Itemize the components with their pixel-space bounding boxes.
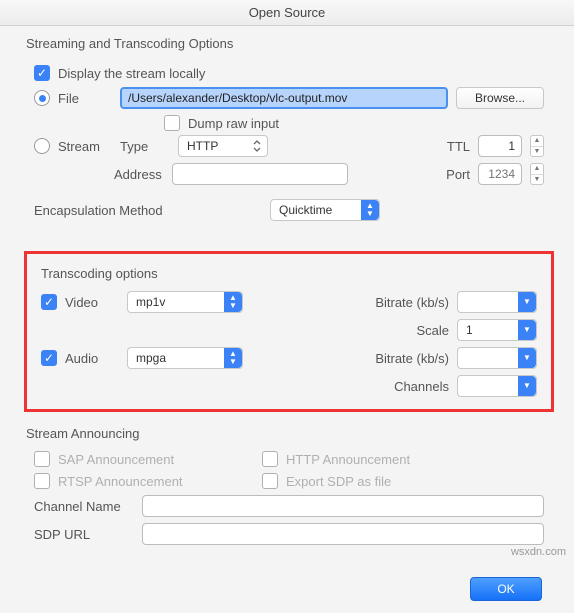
stepper-up-icon: ▲	[531, 164, 543, 175]
address-input[interactable]	[172, 163, 348, 185]
type-value: HTTP	[187, 139, 218, 153]
http-ann-label: HTTP Announcement	[286, 452, 410, 467]
display-locally-label: Display the stream locally	[58, 66, 205, 81]
dump-raw-label: Dump raw input	[188, 116, 279, 131]
http-ann-checkbox[interactable]	[262, 451, 278, 467]
audio-label: Audio	[65, 351, 119, 366]
down-icon: ▼	[518, 376, 536, 396]
sap-label: SAP Announcement	[58, 452, 174, 467]
ttl-label: TTL	[447, 139, 470, 154]
announcing-section-title: Stream Announcing	[22, 426, 556, 441]
stream-radio[interactable]	[34, 138, 50, 154]
audio-bitrate-select[interactable]: ▼	[457, 347, 537, 369]
port-stepper[interactable]: ▲ ▼	[530, 163, 544, 185]
announcing-section: Stream Announcing SAP Announcement HTTP …	[22, 426, 556, 557]
streaming-section-title: Streaming and Transcoding Options	[22, 36, 556, 51]
video-codec-value: mp1v	[136, 295, 165, 309]
stream-label: Stream	[58, 139, 112, 154]
ttl-input[interactable]	[478, 135, 522, 157]
streaming-group: Display the stream locally File Browse..…	[22, 57, 556, 239]
scale-value: 1	[466, 323, 473, 337]
stepper-down-icon: ▼	[531, 147, 543, 157]
ttl-stepper[interactable]: ▲ ▼	[530, 135, 544, 157]
video-label: Video	[65, 295, 119, 310]
address-label: Address	[114, 167, 164, 182]
browse-button[interactable]: Browse...	[456, 87, 544, 109]
channel-name-label: Channel Name	[34, 499, 134, 514]
footer: OK	[22, 569, 556, 601]
encap-label: Encapsulation Method	[34, 203, 184, 218]
stepper-up-icon: ▲	[531, 136, 543, 147]
scale-select[interactable]: 1 ▼	[457, 319, 537, 341]
ok-button[interactable]: OK	[470, 577, 542, 601]
down-icon: ▼	[518, 348, 536, 368]
video-bitrate-label: Bitrate (kb/s)	[375, 295, 449, 310]
updown-icon: ▲▼	[224, 292, 242, 312]
channels-label: Channels	[394, 379, 449, 394]
rtsp-label: RTSP Announcement	[58, 474, 183, 489]
type-select[interactable]: HTTP	[178, 135, 268, 157]
video-codec-select[interactable]: mp1v ▲▼	[127, 291, 243, 313]
scale-label: Scale	[416, 323, 449, 338]
export-sdp-checkbox[interactable]	[262, 473, 278, 489]
file-label: File	[58, 91, 112, 106]
transcoding-section-title: Transcoding options	[41, 266, 537, 281]
titlebar: Open Source	[0, 0, 574, 26]
dump-raw-checkbox[interactable]	[164, 115, 180, 131]
port-label: Port	[446, 167, 470, 182]
down-icon: ▼	[518, 292, 536, 312]
type-label: Type	[120, 139, 170, 154]
encap-value: Quicktime	[279, 203, 332, 217]
sap-checkbox[interactable]	[34, 451, 50, 467]
encap-select[interactable]: Quicktime ▲▼	[270, 199, 380, 221]
channel-name-input[interactable]	[142, 495, 544, 517]
audio-codec-select[interactable]: mpga ▲▼	[127, 347, 243, 369]
streaming-section: Streaming and Transcoding Options Displa…	[22, 36, 556, 239]
watermark: wsxdn.com	[511, 546, 566, 558]
video-checkbox[interactable]	[41, 294, 57, 310]
updown-icon: ▲▼	[361, 200, 379, 220]
file-radio[interactable]	[34, 90, 50, 106]
rtsp-checkbox[interactable]	[34, 473, 50, 489]
main-panel: Streaming and Transcoding Options Displa…	[0, 26, 574, 613]
display-locally-checkbox[interactable]	[34, 65, 50, 81]
updown-icon	[247, 136, 267, 156]
updown-icon: ▲▼	[224, 348, 242, 368]
audio-bitrate-label: Bitrate (kb/s)	[375, 351, 449, 366]
port-input[interactable]	[478, 163, 522, 185]
file-path-input[interactable]	[120, 87, 448, 109]
sdp-url-input[interactable]	[142, 523, 544, 545]
stepper-down-icon: ▼	[531, 175, 543, 185]
audio-codec-value: mpga	[136, 351, 166, 365]
sdp-url-label: SDP URL	[34, 527, 134, 542]
transcoding-section: Transcoding options Video mp1v ▲▼ Bitrat…	[24, 251, 554, 412]
export-sdp-label: Export SDP as file	[286, 474, 391, 489]
channels-select[interactable]: ▼	[457, 375, 537, 397]
announcing-group: SAP Announcement HTTP Announcement RTSP …	[22, 447, 556, 557]
window-title: Open Source	[249, 5, 326, 20]
down-icon: ▼	[518, 320, 536, 340]
audio-checkbox[interactable]	[41, 350, 57, 366]
video-bitrate-select[interactable]: ▼	[457, 291, 537, 313]
